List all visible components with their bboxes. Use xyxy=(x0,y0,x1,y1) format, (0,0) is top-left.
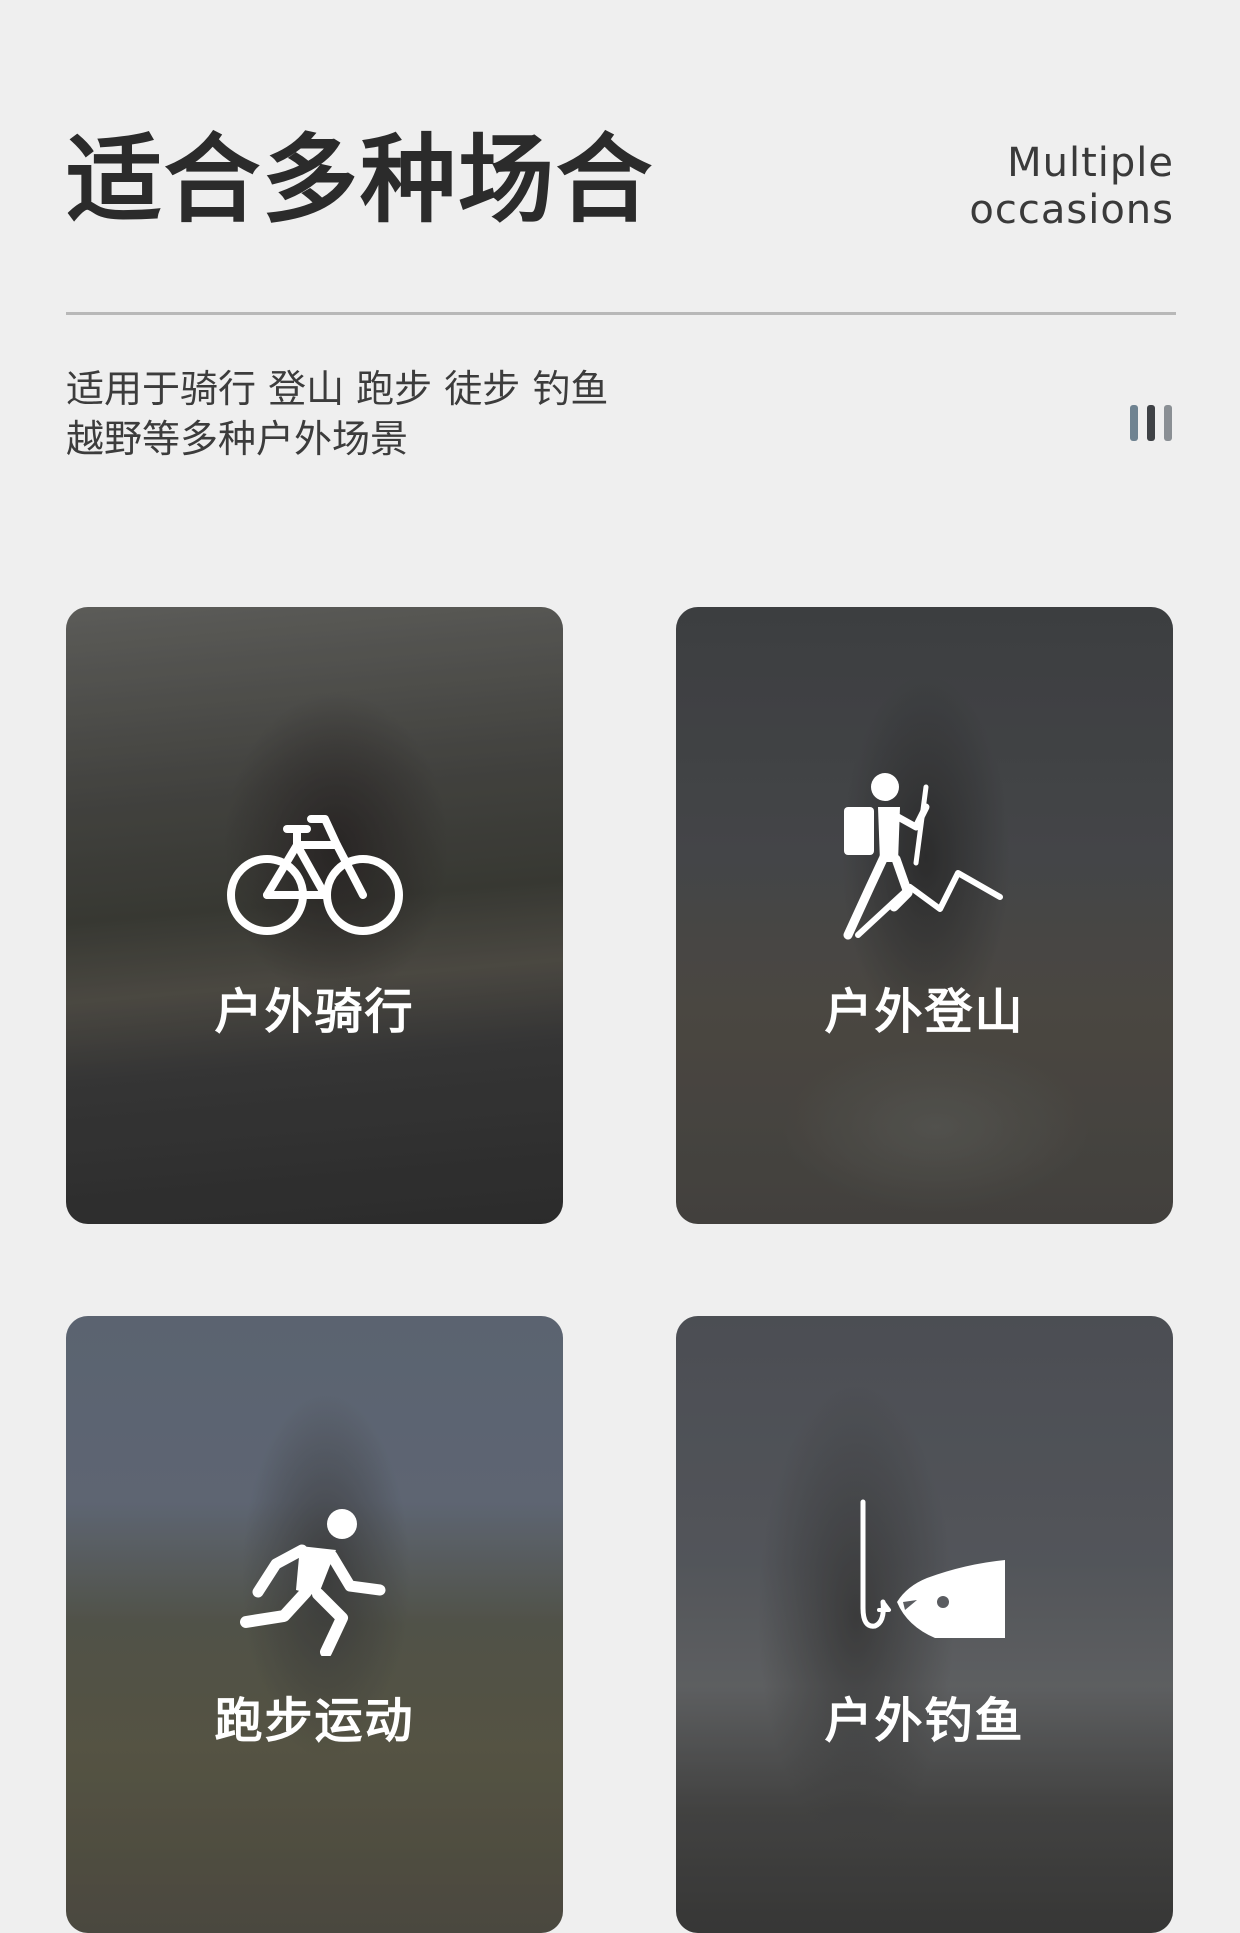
card-label: 跑步运动 xyxy=(214,1693,415,1749)
card-label: 户外钓鱼 xyxy=(824,1693,1025,1749)
fishing-icon xyxy=(860,1499,1005,1638)
card-fishing: 户外钓鱼 xyxy=(676,1316,1173,1933)
card-hiking: 户外登山 xyxy=(676,607,1173,1224)
card-running: 跑步运动 xyxy=(66,1316,563,1933)
description-line2: 越野等多种户外场景 xyxy=(66,417,409,461)
bicycle-icon xyxy=(226,815,403,935)
card-label: 户外骑行 xyxy=(214,984,415,1040)
description-line1: 适用于骑行 登山 跑步 徒步 钓鱼 xyxy=(66,367,609,411)
description: 适用于骑行 登山 跑步 徒步 钓鱼 越野等多种户外场景 xyxy=(66,364,608,464)
hiker-icon xyxy=(843,773,1003,940)
english-subtitle: Multiple occasions xyxy=(969,140,1174,234)
section-divider xyxy=(66,312,1176,315)
card-cycling: 户外骑行 xyxy=(66,607,563,1224)
decorative-bars-icon xyxy=(1130,405,1172,441)
english-subtitle-line1: Multiple xyxy=(1007,140,1174,186)
page-title: 适合多种场合 xyxy=(66,124,654,236)
english-subtitle-line2: occasions xyxy=(969,187,1174,233)
card-label: 户外登山 xyxy=(824,984,1025,1040)
runner-icon xyxy=(239,1509,385,1656)
